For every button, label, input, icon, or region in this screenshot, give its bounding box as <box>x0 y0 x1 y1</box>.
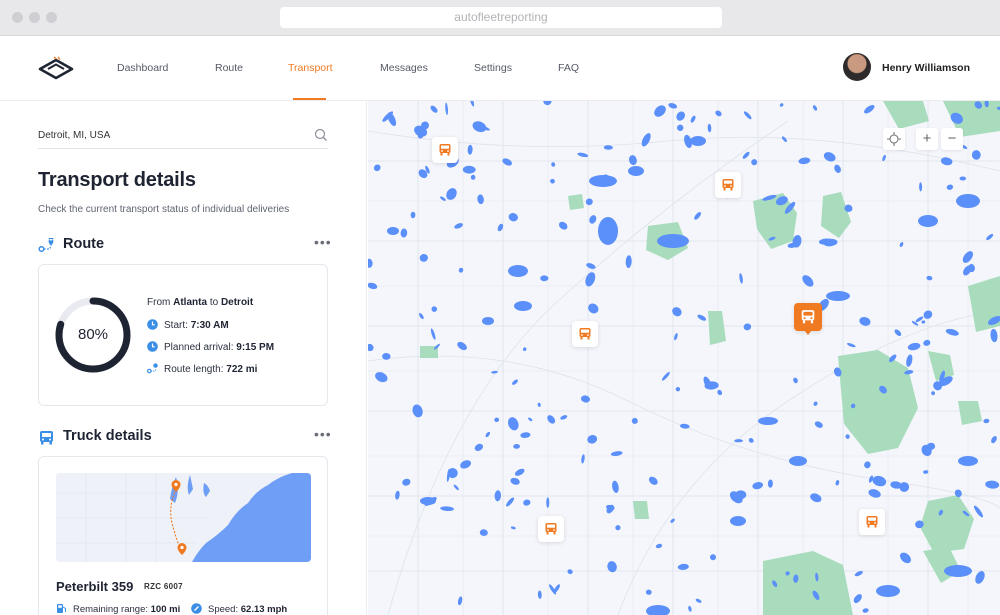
nav-settings[interactable]: Settings <box>474 36 512 101</box>
truck-marker-icon <box>801 310 815 324</box>
crosshair-icon <box>887 132 901 146</box>
selected-truck-marker[interactable] <box>794 303 822 335</box>
window-minimize-dot[interactable] <box>29 12 40 23</box>
truck-marker-icon <box>866 516 878 528</box>
start-time: 7:30 AM <box>190 320 229 331</box>
route-arrival: Planned arrival: 9:15 PM <box>147 341 274 353</box>
search-icon[interactable] <box>314 128 328 142</box>
speed-icon <box>191 603 202 614</box>
to-label: to <box>209 297 219 308</box>
user-name[interactable]: Henry Williamson <box>882 36 970 101</box>
zoom-in-button[interactable]: + <box>916 128 938 150</box>
truck-marker-icon <box>579 328 591 340</box>
nav-faq[interactable]: FAQ <box>558 36 579 101</box>
nav-transport[interactable]: Transport <box>288 36 333 101</box>
route-start: Start: 7:30 AM <box>147 319 229 331</box>
truck-speed: Speed: 62.13 mph <box>191 603 287 615</box>
location-search-input[interactable] <box>38 123 298 147</box>
truck-heading: Truck details <box>63 428 152 444</box>
truck-card: Peterbilt 359 RZC 6007 Remaining range: … <box>38 456 328 615</box>
address-bar[interactable]: autofleetreporting <box>280 7 722 28</box>
clock-icon <box>147 319 158 330</box>
speed-value: 62.13 mph <box>240 604 288 615</box>
speed-label: Speed: <box>208 604 239 615</box>
truck-marker[interactable] <box>538 516 564 542</box>
arrival-time: 9:15 PM <box>236 342 275 353</box>
route-destination: Detroit <box>220 297 254 308</box>
window-close-dot[interactable] <box>12 12 23 23</box>
route-length: Route length: 722 mi <box>147 363 257 375</box>
nav-dashboard[interactable]: Dashboard <box>117 36 168 101</box>
fleet-map[interactable]: + − <box>368 101 1000 615</box>
remaining-range: Remaining range: 100 mi <box>56 603 180 615</box>
route-icon <box>38 238 54 253</box>
route-length-value: 722 mi <box>226 364 258 375</box>
mini-map-graphic <box>56 473 311 562</box>
map-canvas <box>368 101 1000 615</box>
route-card: 80% From Atlanta to Detroit Start: 7:30 … <box>38 264 328 406</box>
truck-marker[interactable] <box>859 509 885 535</box>
nav-messages[interactable]: Messages <box>380 36 428 101</box>
window-maximize-dot[interactable] <box>46 12 57 23</box>
app-header: Dashboard Route Transport Messages Setti… <box>0 36 1000 101</box>
arrival-label: Planned arrival: <box>164 342 234 353</box>
truck-more-icon[interactable]: ••• <box>314 427 331 447</box>
from-label: From <box>147 297 171 308</box>
zoom-out-button[interactable]: − <box>941 128 963 150</box>
location-search <box>38 123 328 149</box>
route-from-to: From Atlanta to Detroit <box>147 297 253 308</box>
truck-marker[interactable] <box>715 172 741 198</box>
license-plate: RZC 6007 <box>144 582 183 591</box>
range-value: 100 mi <box>150 604 181 615</box>
truck-route-mini-map[interactable] <box>56 473 311 562</box>
page-subtitle: Check the current transport status of in… <box>38 204 290 215</box>
recenter-button[interactable] <box>883 128 905 150</box>
route-more-icon[interactable]: ••• <box>314 235 331 255</box>
truck-marker[interactable] <box>432 137 458 163</box>
truck-marker[interactable] <box>572 321 598 347</box>
fuel-icon <box>57 604 66 613</box>
browser-chrome: autofleetreporting <box>0 0 1000 36</box>
clock-icon <box>147 341 158 352</box>
page-title: Transport details <box>38 169 196 191</box>
truck-marker-icon <box>439 144 451 156</box>
user-avatar[interactable] <box>843 53 871 81</box>
truck-model: Peterbilt 359 <box>56 579 134 594</box>
truck-section-header: Truck details ••• <box>38 427 331 449</box>
truck-marker-icon <box>545 523 557 535</box>
length-label: Route length: <box>164 364 224 375</box>
route-heading: Route <box>63 236 105 252</box>
route-origin: Atlanta <box>173 297 208 308</box>
range-label: Remaining range: <box>73 604 148 615</box>
start-label: Start: <box>164 320 188 331</box>
nav-route[interactable]: Route <box>215 36 243 101</box>
route-length-icon <box>147 363 158 374</box>
route-section-header: Route ••• <box>38 235 331 257</box>
transport-sidebar: Transport details Check the current tran… <box>0 101 367 615</box>
truck-marker-icon <box>722 179 734 191</box>
route-progress-label: 80% <box>77 326 109 343</box>
brand-logo-icon[interactable] <box>38 56 74 82</box>
active-tab-indicator <box>293 98 326 100</box>
truck-icon <box>40 431 53 445</box>
